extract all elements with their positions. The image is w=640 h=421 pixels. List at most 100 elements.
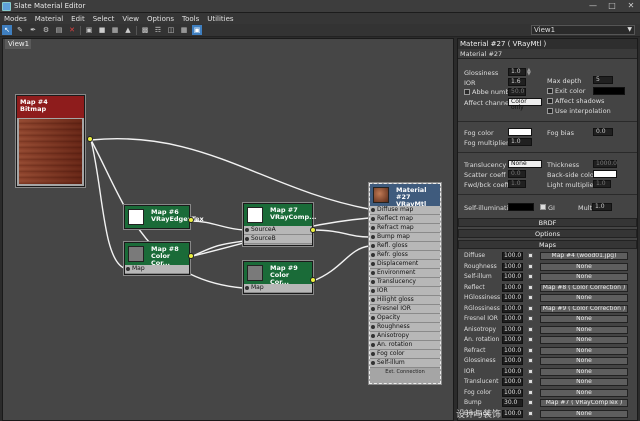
map-amount-field[interactable]: 100.0 (502, 346, 523, 355)
fog-bias-field[interactable]: 0.0 (593, 128, 613, 136)
material-map-browser-icon[interactable]: ◫ (166, 25, 176, 35)
map-slot-button[interactable]: None (540, 325, 628, 334)
slot-self-illum[interactable]: Self-illum (370, 359, 440, 368)
map-enable-checkbox[interactable] (528, 379, 533, 384)
back-side-color-swatch[interactable] (593, 170, 617, 178)
slot-map[interactable]: Map (244, 284, 312, 293)
map-slot-button[interactable]: None (540, 273, 628, 281)
slot-sourcea[interactable]: SourceA (244, 226, 312, 235)
affect-channels-select[interactable]: Color only (508, 98, 542, 111)
node-vrayedgestex[interactable]: Map #6 VRayEdgesTex (124, 205, 204, 229)
layout-children-icon[interactable]: ☶ (153, 25, 163, 35)
fog-multiplier-field[interactable]: 1.0 (508, 138, 532, 146)
slot-hilight-gloss[interactable]: Hilight gloss (370, 296, 440, 305)
maximize-icon[interactable]: □ (605, 1, 619, 11)
glossiness-spinner-icon[interactable]: ▲ ▼ (527, 68, 532, 77)
abbe-checkbox[interactable] (464, 89, 470, 95)
map-slot-button[interactable]: Map #9 ( Color Correction ) (540, 304, 628, 313)
fwd-bck-coeff-field[interactable]: 1.0 (508, 180, 526, 188)
map-enable-checkbox[interactable] (528, 358, 533, 363)
map-enable-checkbox[interactable] (528, 295, 533, 300)
layout-all-icon[interactable]: ▩ (140, 25, 150, 35)
map-enable-checkbox[interactable] (528, 305, 533, 311)
map-enable-checkbox[interactable] (528, 326, 533, 332)
slot-refr-gloss[interactable]: Refr. gloss (370, 251, 440, 260)
node-vraycomptex[interactable]: Map #7 VRayComp... SourceA SourceB (243, 203, 317, 246)
slot-displacement[interactable]: Displacement (370, 260, 440, 269)
map-amount-field[interactable]: 100.0 (502, 262, 523, 271)
delete-icon[interactable]: ✕ (67, 25, 77, 35)
map-slot-button[interactable]: None (540, 336, 628, 344)
exit-color-swatch[interactable] (593, 87, 625, 95)
eyedropper-icon[interactable]: ✒ (28, 25, 38, 35)
slot-ior[interactable]: IOR (370, 287, 440, 296)
slot-environment[interactable]: Environment (370, 269, 440, 278)
map-amount-field[interactable]: 100.0 (502, 388, 523, 397)
move-children-icon[interactable]: ▣ (84, 25, 94, 35)
slot-anisotropy[interactable]: Anisotropy (370, 332, 440, 341)
slot-fog-color[interactable]: Fog color (370, 350, 440, 359)
slot-an-rotation[interactable]: An. rotation (370, 341, 440, 350)
slot-roughness[interactable]: Roughness (370, 323, 440, 332)
ior-field[interactable]: 1.6 (508, 78, 526, 86)
map-slot-button[interactable]: None (540, 357, 628, 365)
slot-refl-gloss[interactable]: Refl. gloss (370, 242, 440, 251)
map-slot-button[interactable]: Map #8 ( Color Correction ) (540, 283, 628, 292)
map-slot-button[interactable]: None (540, 367, 628, 376)
node-color-correction-9[interactable]: Map #9 Color Cor... Map (243, 261, 313, 294)
map-enable-checkbox[interactable] (528, 263, 533, 269)
show-map-icon[interactable]: ■ (97, 25, 107, 35)
map-amount-field[interactable]: 30.0 (502, 399, 523, 407)
map-enable-checkbox[interactable] (528, 316, 533, 321)
menu-utilities[interactable]: Utilities (207, 15, 233, 23)
navigator-icon[interactable]: ▣ (192, 25, 202, 35)
material-name-field[interactable]: Material #27 (458, 49, 637, 59)
map-amount-field[interactable]: 100.0 (502, 294, 523, 302)
map-amount-field[interactable]: 100.0 (502, 252, 523, 260)
abbe-field[interactable]: 50.0 (508, 88, 526, 96)
slot-opacity[interactable]: Opacity (370, 314, 440, 323)
map-slot-button[interactable]: None (540, 378, 628, 386)
output-port[interactable] (87, 136, 93, 142)
use-interpolation-checkbox[interactable] (547, 108, 553, 114)
max-depth-field[interactable]: 5 (593, 76, 613, 84)
map-enable-checkbox[interactable] (528, 347, 533, 353)
slot-bump-map[interactable]: Bump map (370, 233, 440, 242)
close-icon[interactable]: ✕ (624, 1, 638, 11)
node-vraymtl[interactable]: Material #27 VRayMtl Diffuse map Reflect… (369, 183, 441, 384)
scatter-coeff-field[interactable]: 0.0 (508, 170, 526, 178)
fog-color-swatch[interactable] (508, 128, 532, 136)
slot-sourceb[interactable]: SourceB (244, 235, 312, 244)
node-view-canvas[interactable]: View1 Map #4 Bitmap Map #6 VRayEdgesTex … (2, 38, 454, 421)
output-port[interactable] (310, 277, 316, 283)
rollout-options[interactable]: Options (458, 229, 637, 238)
self-illumination-swatch[interactable] (508, 203, 534, 211)
output-port[interactable] (188, 253, 194, 259)
rollout-brdf[interactable]: BRDF (458, 218, 637, 227)
map-slot-button[interactable]: None (540, 262, 628, 271)
slot-fresnel-ior[interactable]: Fresnel IOR (370, 305, 440, 314)
pick-material-icon[interactable]: ✎ (15, 25, 25, 35)
put-to-scene-icon[interactable]: ⚙ (41, 25, 51, 35)
map-amount-field[interactable]: 100.0 (502, 325, 523, 334)
show-end-result-icon[interactable]: ▲ (123, 25, 133, 35)
show-background-icon[interactable]: ▦ (110, 25, 120, 35)
map-amount-field[interactable]: 100.0 (502, 367, 523, 376)
map-enable-checkbox[interactable] (528, 337, 533, 342)
menu-material[interactable]: Material (35, 15, 63, 23)
node-bitmap[interactable]: Map #4 Bitmap (16, 95, 85, 187)
map-enable-checkbox[interactable] (528, 389, 533, 395)
map-slot-button[interactable]: None (540, 294, 628, 302)
exit-color-checkbox[interactable] (547, 88, 553, 94)
assign-material-icon[interactable]: ▤ (54, 25, 64, 35)
map-enable-checkbox[interactable] (528, 253, 533, 258)
map-amount-field[interactable]: 100.0 (502, 304, 523, 313)
glossiness-field[interactable]: 1.0 (508, 68, 526, 76)
menu-select[interactable]: Select (93, 15, 115, 23)
translucency-select[interactable]: None (508, 160, 542, 168)
map-amount-field[interactable]: 100.0 (502, 315, 523, 323)
menu-options[interactable]: Options (147, 15, 174, 23)
menu-view[interactable]: View (122, 15, 139, 23)
slot-map[interactable]: Map (125, 265, 189, 274)
map-slot-button[interactable]: None (540, 388, 628, 397)
